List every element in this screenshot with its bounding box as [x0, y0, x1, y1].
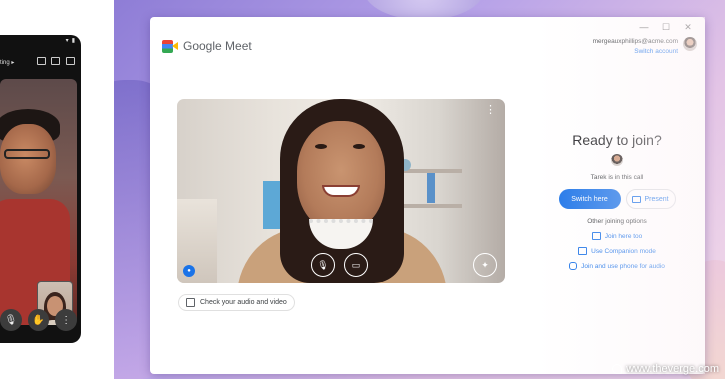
ready-heading: Ready to join?	[572, 132, 662, 148]
phone-device: ▾ ▮ ting ▸ 🎙 ✋ ⋮	[0, 35, 81, 343]
self-video-preview: ⋮ ● 🎙 ▭ ✦	[177, 99, 505, 283]
join-panel: Ready to join? Tarek is in this call Swi…	[542, 132, 692, 270]
companion-icon	[578, 247, 588, 255]
switch-here-button[interactable]: Switch here	[558, 189, 621, 209]
companion-mode-link[interactable]: Use Companion mode	[542, 247, 692, 255]
person-eye	[353, 144, 365, 149]
person-eye	[315, 144, 327, 149]
other-options-heading: Other joining options	[587, 218, 647, 225]
watermark: www.theverge.com	[612, 363, 719, 375]
phone-status-label: ting	[0, 59, 10, 66]
audio-level-icon: ●	[183, 265, 195, 277]
participant-glasses	[4, 149, 50, 159]
join-actions: Switch here Present	[542, 189, 692, 209]
phone-icon	[569, 262, 578, 270]
signal-icon: ▾	[65, 38, 69, 44]
verge-logo-icon	[612, 364, 623, 374]
google-meet-logo-icon	[162, 39, 178, 53]
cast-icon[interactable]	[36, 57, 46, 65]
visual-effects-button[interactable]: ✦	[473, 253, 497, 277]
settings-check-icon	[186, 298, 195, 307]
maximize-button[interactable]: ☐	[661, 22, 671, 33]
join-here-too-link[interactable]: Join here too	[542, 232, 692, 240]
option-label: Join here too	[604, 232, 643, 240]
check-audio-video-button[interactable]: Check your audio and video	[178, 294, 295, 311]
cast-icon	[591, 232, 601, 240]
person-face	[297, 121, 385, 231]
participant-avatar	[611, 154, 623, 166]
meet-window: — ☐ ✕ Google Meet mergeauxphillips@acme.…	[150, 17, 705, 374]
phone-audio-link[interactable]: Join and use phone for audio	[542, 262, 692, 270]
phone-status-bar: ▾ ▮	[0, 37, 75, 47]
participant-face	[0, 124, 56, 194]
check-audio-video-label: Check your audio and video	[200, 299, 287, 306]
audio-output-icon[interactable]	[66, 57, 75, 65]
more-options-icon[interactable]: ⋮	[485, 105, 496, 116]
present-button[interactable]: Present	[625, 189, 676, 209]
preview-controls: 🎙 ▭	[311, 253, 368, 277]
present-label: Present	[644, 195, 669, 203]
more-vert-icon[interactable]: ⋮	[55, 309, 77, 331]
in-call-text: Tarek is in this call	[590, 174, 644, 181]
avatar[interactable]	[683, 37, 697, 51]
mic-toggle-button[interactable]: 🎙	[311, 253, 335, 277]
phone-call-header: ting ▸	[0, 55, 75, 69]
phone-remote-video	[0, 79, 77, 325]
switch-camera-icon[interactable]	[51, 57, 61, 65]
account-email: mergeauxphillips@acme.com	[592, 38, 678, 45]
background-object	[427, 173, 435, 203]
person-smile	[322, 185, 360, 197]
chevron-right-icon[interactable]: ▸	[11, 60, 14, 66]
desktop-wallpaper: — ☐ ✕ Google Meet mergeauxphillips@acme.…	[114, 0, 725, 379]
battery-icon: ▮	[71, 38, 75, 44]
close-button[interactable]: ✕	[683, 22, 693, 33]
app-header: Google Meet	[162, 39, 252, 53]
account-area: mergeauxphillips@acme.com Switch account	[593, 37, 697, 57]
camera-toggle-button[interactable]: ▭	[344, 253, 368, 277]
phone-controls: 🎙 ✋ ⋮	[0, 305, 77, 335]
background-shelf	[402, 204, 462, 208]
app-title: Google Meet	[183, 39, 252, 53]
watermark-text: www.theverge.com	[626, 363, 719, 375]
option-label: Join and use phone for audio	[581, 262, 665, 270]
present-icon	[632, 195, 642, 203]
mic-icon[interactable]: 🎙	[0, 309, 22, 331]
minimize-button[interactable]: —	[639, 22, 649, 32]
window-titlebar: — ☐ ✕	[150, 17, 705, 37]
switch-account-link[interactable]: Switch account	[593, 47, 678, 57]
option-label: Use Companion mode	[591, 247, 656, 255]
hand-icon[interactable]: ✋	[27, 309, 50, 331]
